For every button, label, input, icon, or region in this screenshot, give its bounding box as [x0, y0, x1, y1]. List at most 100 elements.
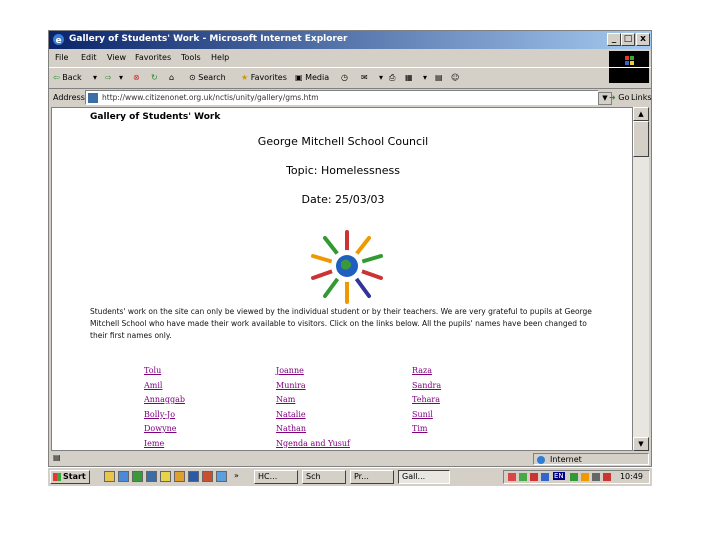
- scroll-up-icon[interactable]: ▲: [633, 107, 649, 121]
- task-button-2[interactable]: Sch: [302, 470, 346, 484]
- quicklaunch-explorer-icon[interactable]: [104, 471, 115, 482]
- forward-arrow-icon[interactable]: ⇨: [105, 73, 112, 82]
- student-link[interactable]: Bolly-Jo: [144, 408, 185, 423]
- globe-people-logo: [311, 230, 383, 304]
- task-button-active[interactable]: Gall...: [398, 470, 450, 484]
- student-link[interactable]: Joanne: [276, 364, 350, 379]
- student-link[interactable]: Tolu: [144, 364, 185, 379]
- student-link[interactable]: Nathan: [276, 422, 350, 437]
- quicklaunch-powerpoint-icon[interactable]: [174, 471, 185, 482]
- tray-icon[interactable]: [541, 473, 549, 481]
- language-indicator[interactable]: EN: [553, 472, 565, 480]
- edit-page-icon[interactable]: ▦: [405, 73, 413, 82]
- favorites-button[interactable]: ★ Favorites: [241, 73, 287, 82]
- quicklaunch-excel-icon[interactable]: [132, 471, 143, 482]
- scroll-down-icon[interactable]: ▼: [633, 437, 649, 451]
- back-dropdown-icon[interactable]: ▾: [93, 73, 97, 82]
- menu-file[interactable]: File: [55, 53, 68, 62]
- links-button[interactable]: Links: [631, 93, 652, 102]
- media-icon: ▣: [295, 73, 303, 82]
- names-column-2: Joanne Munira Nam Natalie Nathan Ngenda …: [276, 364, 350, 451]
- back-button[interactable]: ⇦ Back: [53, 73, 82, 82]
- tray-icon[interactable]: [530, 473, 538, 481]
- messenger-icon[interactable]: ☺: [451, 73, 459, 82]
- print-icon[interactable]: ⎙: [389, 73, 395, 83]
- go-button[interactable]: ➜ Go: [609, 93, 629, 102]
- close-button[interactable]: x: [636, 33, 650, 46]
- discuss-icon[interactable]: ▤: [435, 73, 443, 82]
- quicklaunch-access-icon[interactable]: [202, 471, 213, 482]
- tray-icon[interactable]: [519, 473, 527, 481]
- mail-icon[interactable]: ✉: [361, 73, 368, 82]
- zone-label: Internet: [550, 455, 582, 464]
- home-icon[interactable]: ⌂: [169, 73, 174, 82]
- menu-favorites[interactable]: Favorites: [135, 53, 171, 62]
- task-button-3[interactable]: Pr...: [350, 470, 394, 484]
- media-button[interactable]: ▣ Media: [295, 73, 329, 82]
- tray-icon[interactable]: [508, 473, 516, 481]
- maximize-button[interactable]: □: [621, 33, 635, 46]
- scroll-thumb[interactable]: [633, 121, 649, 157]
- security-zone: Internet: [533, 453, 649, 465]
- quicklaunch-mediaplayer-icon[interactable]: [216, 471, 227, 482]
- menu-view[interactable]: View: [107, 53, 126, 62]
- address-url: http://www.citizenonet.org.uk/nctis/unit…: [102, 93, 319, 102]
- names-column-3: Raza Sandra Tehara Sunil Tim: [412, 364, 441, 437]
- page-status-icon: ▤: [53, 453, 61, 462]
- back-label: Back: [62, 73, 82, 82]
- windows-flag-icon: [53, 473, 61, 481]
- taskbar: Start » HC... Sch Pr... Gall... EN 10:49: [48, 467, 652, 486]
- student-link[interactable]: Ngenda and Yusuf: [276, 437, 350, 451]
- student-link[interactable]: Tehara: [412, 393, 441, 408]
- tray-icon[interactable]: [581, 473, 589, 481]
- status-bar: ▤ Internet: [49, 452, 651, 466]
- student-link[interactable]: Sunil: [412, 408, 441, 423]
- vertical-scrollbar[interactable]: ▲ ▼: [633, 107, 649, 451]
- student-link[interactable]: Munira: [276, 379, 350, 394]
- student-link[interactable]: Sandra: [412, 379, 441, 394]
- search-button[interactable]: ⊙ Search: [189, 73, 226, 82]
- student-link[interactable]: Natalie: [276, 408, 350, 423]
- minimize-button[interactable]: _: [607, 33, 621, 46]
- student-link[interactable]: Ieme: [144, 437, 185, 451]
- student-link[interactable]: Nam: [276, 393, 350, 408]
- history-icon[interactable]: ◷: [341, 73, 348, 82]
- window-title: Gallery of Students' Work - Microsoft In…: [69, 34, 348, 44]
- student-link[interactable]: Raza: [412, 364, 441, 379]
- school-title: George Mitchell School Council: [257, 135, 429, 148]
- favorites-icon: ★: [241, 73, 249, 82]
- mail-dropdown-icon[interactable]: ▾: [379, 73, 383, 82]
- tray-icon[interactable]: [570, 473, 578, 481]
- quicklaunch-ie-icon[interactable]: [118, 471, 129, 482]
- clock[interactable]: 10:49: [620, 472, 643, 481]
- page-header: Gallery of Students' Work: [90, 112, 221, 122]
- quicklaunch-desktop-icon[interactable]: [146, 471, 157, 482]
- stop-icon[interactable]: ⊗: [133, 73, 140, 82]
- student-link[interactable]: Tim: [412, 422, 441, 437]
- tray-icon[interactable]: [592, 473, 600, 481]
- quicklaunch-outlook-icon[interactable]: [160, 471, 171, 482]
- system-tray: EN 10:49: [503, 470, 650, 484]
- student-link[interactable]: Annaggab: [144, 393, 185, 408]
- internet-explorer-icon: e: [53, 34, 64, 46]
- start-button[interactable]: Start: [50, 470, 90, 484]
- quicklaunch-more[interactable]: »: [234, 471, 239, 480]
- student-link[interactable]: Dowyne: [144, 422, 185, 437]
- page-content: Gallery of Students' Work George Mitchel…: [51, 107, 633, 451]
- menu-help[interactable]: Help: [211, 53, 229, 62]
- forward-dropdown-icon[interactable]: ▾: [119, 73, 123, 82]
- volume-icon[interactable]: [603, 473, 611, 481]
- go-label: Go: [618, 93, 630, 102]
- title-bar[interactable]: e Gallery of Students' Work - Microsoft …: [49, 31, 651, 49]
- standard-toolbar: ⇦ Back ▾ ⇨ ▾ ⊗ ↻ ⌂ ⊙ Search ★ Favorites …: [49, 67, 651, 89]
- address-field[interactable]: http://www.citizenonet.org.uk/nctis/unit…: [85, 90, 612, 105]
- refresh-icon[interactable]: ↻: [151, 73, 158, 82]
- task-button-1[interactable]: HC...: [254, 470, 298, 484]
- go-arrow-icon: ➜: [609, 93, 616, 102]
- edit-dropdown-icon[interactable]: ▾: [423, 73, 427, 82]
- menu-tools[interactable]: Tools: [181, 53, 201, 62]
- menu-edit[interactable]: Edit: [81, 53, 97, 62]
- student-link[interactable]: Amil: [144, 379, 185, 394]
- quicklaunch-word-icon[interactable]: [188, 471, 199, 482]
- media-label: Media: [305, 73, 330, 82]
